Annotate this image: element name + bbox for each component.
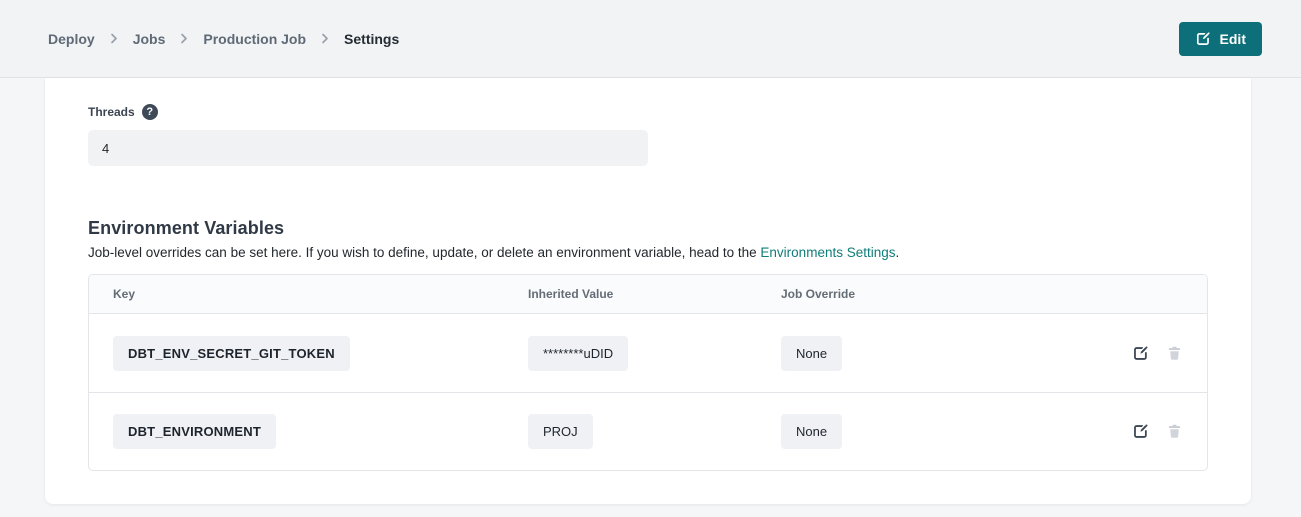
env-var-job-override: None [781,414,842,449]
trash-icon[interactable] [1166,423,1183,440]
table-header-row: Key Inherited Value Job Override [89,275,1207,314]
breadcrumb-item-deploy[interactable]: Deploy [48,31,95,47]
settings-card: Threads ? 4 Environment Variables Job-le… [45,78,1251,504]
pen-to-square-icon[interactable] [1132,423,1149,440]
description-text: Job-level overrides can be set here. If … [88,245,760,260]
table-row: DBT_ENV_SECRET_GIT_TOKEN ********uDID No… [89,314,1207,392]
threads-input: 4 [88,130,648,166]
section-description: Job-level overrides can be set here. If … [88,245,1208,260]
edit-button-label: Edit [1220,31,1246,47]
pen-to-square-icon [1195,31,1211,47]
trash-icon[interactable] [1166,345,1183,362]
row-actions [1087,345,1183,362]
chevron-right-icon [109,33,119,44]
env-var-key: DBT_ENVIRONMENT [113,414,276,449]
table-row: DBT_ENVIRONMENT PROJ None [89,392,1207,470]
description-period: . [896,245,900,260]
chevron-right-icon [320,33,330,44]
pen-to-square-icon[interactable] [1132,345,1149,362]
env-var-key: DBT_ENV_SECRET_GIT_TOKEN [113,336,350,371]
threads-field: Threads ? 4 [88,104,1208,166]
row-actions [1087,423,1183,440]
env-var-inherited-value: ********uDID [528,336,628,371]
breadcrumb: Deploy Jobs Production Job Settings [48,31,399,47]
env-var-inherited-value: PROJ [528,414,593,449]
topbar: Deploy Jobs Production Job Settings Edit [0,0,1301,78]
breadcrumb-item-production-job[interactable]: Production Job [203,31,306,47]
env-var-job-override: None [781,336,842,371]
chevron-right-icon [179,33,189,44]
environments-settings-link[interactable]: Environments Settings [760,245,895,260]
edit-button[interactable]: Edit [1179,22,1262,56]
column-header-inherited-value: Inherited Value [528,287,781,301]
section-title: Environment Variables [88,218,1208,239]
environment-variables-section: Environment Variables Job-level override… [88,218,1208,471]
env-vars-table: Key Inherited Value Job Override DBT_ENV… [88,274,1208,471]
breadcrumb-item-settings: Settings [344,31,399,47]
breadcrumb-item-jobs[interactable]: Jobs [133,31,166,47]
threads-value: 4 [102,141,109,156]
column-header-job-override: Job Override [781,287,1087,301]
column-header-key: Key [113,287,528,301]
question-circle-icon[interactable]: ? [142,104,158,120]
threads-label: Threads [88,105,135,119]
